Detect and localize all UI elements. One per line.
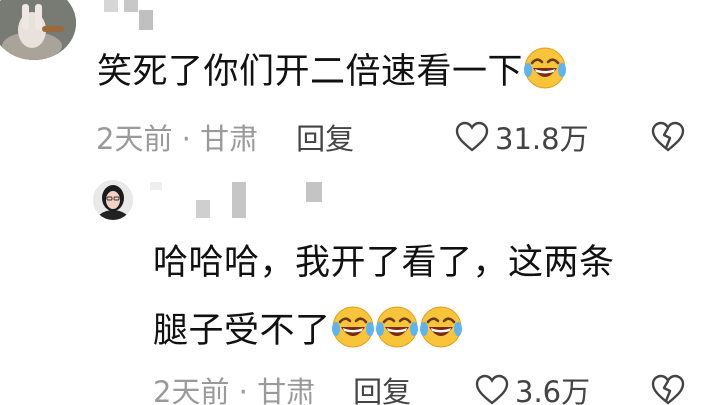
username[interactable]	[96, 0, 166, 30]
comment-thread: 笑死了你们开二倍速看一下 2天前 · 甘肃 回复 31.8万 哈哈哈，我开了看了…	[0, 0, 720, 405]
reply-button[interactable]: 回复	[353, 369, 411, 405]
comment-text: 腿子受不了	[153, 305, 463, 355]
laughing-crying-emoji-icon	[523, 46, 567, 90]
timestamp-location: 2天前 · 甘肃	[96, 122, 259, 156]
laughing-crying-emoji-icon	[375, 305, 419, 349]
reply-button[interactable]: 回复	[296, 116, 354, 158]
heart-outline-icon	[455, 121, 489, 152]
comment-meta: 2天前 · 甘肃 回复	[96, 120, 354, 156]
avatar[interactable]	[0, 0, 76, 60]
broken-heart-icon	[651, 374, 685, 405]
broken-heart-icon	[651, 121, 685, 152]
comment-text: 哈哈哈，我开了看了，这两条	[153, 243, 615, 283]
dislike-button[interactable]	[651, 374, 685, 405]
like-button[interactable]: 31.8万	[455, 120, 589, 156]
heart-outline-icon	[475, 374, 509, 405]
timestamp-location: 2天前 · 甘肃	[153, 375, 316, 405]
comment-meta: 2天前 · 甘肃 回复	[153, 373, 411, 405]
dislike-button[interactable]	[651, 121, 685, 157]
avatar[interactable]	[93, 180, 133, 220]
like-count: 31.8万	[495, 122, 589, 156]
laughing-crying-emoji-icon	[419, 305, 463, 349]
like-button[interactable]: 3.6万	[475, 373, 590, 405]
laughing-crying-emoji-icon	[331, 305, 375, 349]
username[interactable]	[150, 182, 330, 218]
like-count: 3.6万	[515, 375, 591, 405]
comment-text: 笑死了你们开二倍速看一下	[97, 46, 567, 96]
